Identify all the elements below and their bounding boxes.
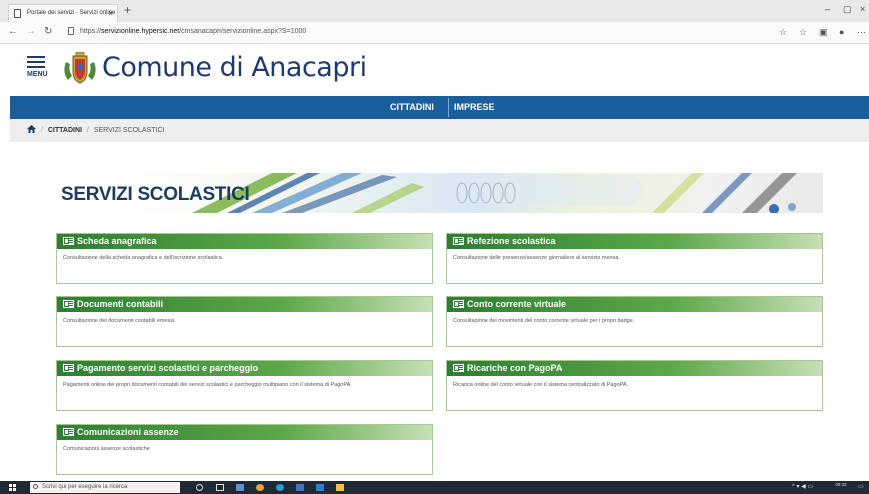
start-tile bbox=[13, 488, 16, 491]
municipal-crest-icon bbox=[64, 52, 96, 84]
card-title: Documenti contabili bbox=[77, 299, 164, 309]
profile-icon[interactable]: ● bbox=[839, 27, 844, 37]
card-header[interactable]: Scheda anagrafica bbox=[57, 234, 432, 249]
url-prefix: https:// bbox=[80, 28, 102, 35]
id-card-icon bbox=[63, 428, 74, 436]
menu-button[interactable]: MENU bbox=[27, 56, 48, 82]
url-path: /cmsanacapri/servizionline.aspx?S=1000 bbox=[179, 28, 307, 35]
back-icon[interactable]: ← bbox=[8, 26, 18, 37]
service-card-scheda-anagrafica[interactable]: Scheda anagrafica Consultazione della sc… bbox=[56, 233, 433, 284]
search-icon bbox=[33, 484, 38, 489]
id-card-icon bbox=[63, 364, 74, 372]
card-title: Comunicazioni assenze bbox=[77, 427, 179, 437]
file-explorer-icon[interactable] bbox=[336, 484, 344, 491]
service-card-comunicazioni-assenze[interactable]: Comunicazioni assenze Comunicazioni asse… bbox=[56, 424, 433, 475]
card-title: Scheda anagrafica bbox=[77, 236, 157, 246]
url-field[interactable]: https://servizionline.hypersic.net/cmsan… bbox=[80, 28, 306, 35]
os-taskbar: Scrivi qui per eseguire la ricerca ^ ▾ ◀… bbox=[0, 481, 869, 494]
windows-start-icon[interactable] bbox=[9, 484, 17, 492]
card-description: Ricarica online del conto virtuale con i… bbox=[453, 382, 629, 388]
service-card-conto-corrente-virtuale[interactable]: Conto corrente virtuale Consultazione de… bbox=[446, 296, 823, 347]
task-view-icon[interactable] bbox=[216, 484, 224, 491]
hamburger-icon bbox=[27, 56, 45, 58]
card-header[interactable]: Ricariche con PagoPA bbox=[447, 361, 822, 376]
address-bar: ← → ↻ https://servizionline.hypersic.net… bbox=[0, 22, 869, 44]
start-tile bbox=[13, 484, 16, 487]
taskbar-clock[interactable]: 09:32 bbox=[829, 482, 853, 487]
cortana-icon[interactable] bbox=[196, 484, 203, 491]
system-tray-icons[interactable]: ^ ▾ ◀ ▭ bbox=[792, 483, 813, 490]
refresh-icon[interactable]: ↻ bbox=[44, 26, 52, 37]
id-card-icon bbox=[453, 237, 464, 245]
start-tile bbox=[9, 488, 12, 491]
clock-time: 09:32 bbox=[835, 482, 847, 487]
card-description: Comunicazioni assenze scolastiche bbox=[63, 446, 150, 452]
breadcrumb: / CITTADINI / SERVIZI SCOLASTICI bbox=[10, 119, 869, 142]
notifications-icon[interactable]: ▭ bbox=[858, 483, 864, 490]
breadcrumb-separator: / bbox=[86, 127, 89, 134]
outlook-app-icon[interactable] bbox=[316, 484, 324, 491]
id-card-icon bbox=[63, 300, 74, 308]
breadcrumb-separator: / bbox=[40, 127, 43, 134]
more-options-icon[interactable]: ⋯ bbox=[857, 27, 866, 38]
card-header[interactable]: Conto corrente virtuale bbox=[447, 297, 822, 312]
forward-icon[interactable]: → bbox=[26, 26, 36, 37]
card-title: Conto corrente virtuale bbox=[467, 299, 567, 309]
tab-close-icon[interactable]: × bbox=[108, 5, 113, 22]
browser-tab-bar: Portale dei servizi - Servizi online × +… bbox=[0, 0, 869, 22]
service-card-pagamento-servizi[interactable]: Pagamento servizi scolastici e parcheggi… bbox=[56, 360, 433, 411]
id-card-icon bbox=[453, 364, 464, 372]
id-card-icon bbox=[453, 300, 464, 308]
site-header: MENU Comune di Anacapri bbox=[0, 44, 869, 96]
card-title: Pagamento servizi scolastici e parcheggi… bbox=[77, 363, 259, 373]
home-icon[interactable] bbox=[27, 125, 36, 133]
new-tab-icon[interactable]: + bbox=[124, 3, 131, 17]
page-icon bbox=[14, 9, 21, 18]
breadcrumb-current: SERVIZI SCOLASTICI bbox=[93, 127, 165, 134]
service-card-ricariche-pagopa[interactable]: Ricariche con PagoPA Ricarica online del… bbox=[446, 360, 823, 411]
card-header[interactable]: Documenti contabili bbox=[57, 297, 432, 312]
taskbar-search-placeholder: Scrivi qui per eseguire la ricerca bbox=[42, 484, 128, 490]
hamburger-bar bbox=[27, 66, 45, 68]
lock-icon bbox=[68, 27, 74, 35]
taskbar-search-input[interactable]: Scrivi qui per eseguire la ricerca bbox=[30, 482, 180, 493]
card-header[interactable]: Refezione scolastica bbox=[447, 234, 822, 249]
service-card-refezione-scolastica[interactable]: Refezione scolastica Consultazione delle… bbox=[446, 233, 823, 284]
card-title: Refezione scolastica bbox=[467, 236, 556, 246]
word-app-icon[interactable] bbox=[296, 484, 304, 491]
maximize-icon[interactable]: ▢ bbox=[843, 4, 852, 15]
card-description: Consultazione delle presenze/assenze gio… bbox=[453, 255, 620, 261]
card-description: Pagamenti online dei propri documenti co… bbox=[63, 382, 352, 388]
tab-title: Portale dei servizi - Servizi online bbox=[27, 10, 116, 16]
breadcrumb-cittadini[interactable]: CITTADINI bbox=[48, 127, 82, 134]
card-description: Consultazione dei movimenti del conto co… bbox=[453, 318, 635, 324]
menu-label: MENU bbox=[27, 71, 48, 78]
url-host: servizionline.hypersic.net bbox=[101, 28, 180, 35]
hamburger-bar bbox=[27, 61, 45, 63]
favorites-bar-icon[interactable]: ☆ bbox=[799, 27, 807, 38]
favorite-star-icon[interactable]: ☆ bbox=[779, 27, 787, 38]
calculator-app-icon[interactable] bbox=[236, 484, 244, 491]
service-card-documenti-contabili[interactable]: Documenti contabili Consultazione dei do… bbox=[56, 296, 433, 347]
nav-item-imprese[interactable]: IMPRESE bbox=[454, 96, 495, 119]
card-description: Consultazione della scheda anagrafica e … bbox=[63, 255, 224, 261]
banner-title: SERVIZI SCOLASTICI bbox=[61, 184, 250, 205]
card-description: Consultazione dei documenti contabili em… bbox=[63, 318, 176, 324]
main-nav: CITTADINI IMPRESE bbox=[10, 96, 869, 119]
collections-icon[interactable]: ▣ bbox=[819, 27, 828, 38]
chrome-app-icon[interactable] bbox=[256, 484, 264, 491]
card-header[interactable]: Comunicazioni assenze bbox=[57, 425, 432, 440]
card-title: Ricariche con PagoPA bbox=[467, 363, 563, 373]
minimize-icon[interactable]: – bbox=[825, 4, 830, 14]
browser-tab[interactable]: Portale dei servizi - Servizi online × bbox=[8, 4, 118, 22]
section-banner: SERVIZI SCOLASTICI bbox=[52, 173, 823, 213]
nav-item-cittadini[interactable]: CITTADINI bbox=[390, 96, 434, 119]
start-tile bbox=[9, 484, 12, 487]
site-title[interactable]: Comune di Anacapri bbox=[102, 52, 367, 83]
id-card-icon bbox=[63, 237, 74, 245]
edge-app-icon[interactable] bbox=[276, 484, 284, 491]
card-header[interactable]: Pagamento servizi scolastici e parcheggi… bbox=[57, 361, 432, 376]
close-window-icon[interactable]: × bbox=[860, 4, 865, 14]
nav-separator bbox=[448, 98, 449, 117]
